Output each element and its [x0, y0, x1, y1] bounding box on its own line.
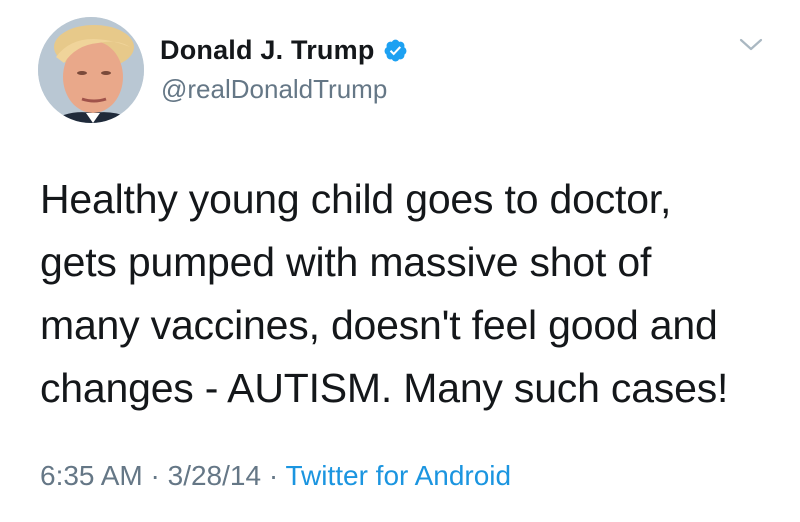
name-row: Donald J. Trump [160, 30, 408, 70]
meta-separator: · [142, 460, 168, 491]
tweet-text: Healthy young child goes to doctor, gets… [40, 176, 729, 411]
meta-separator: · [261, 460, 286, 491]
tweet-card: Donald J. Trump @realDonaldTrump Healthy… [0, 0, 800, 522]
avatar[interactable] [38, 17, 144, 123]
verified-badge-icon [383, 38, 408, 63]
tweet-meta: 6:35 AM · 3/28/14 · Twitter for Android [40, 460, 511, 492]
display-name[interactable]: Donald J. Trump [160, 35, 375, 66]
avatar-photo [38, 17, 144, 123]
tweet-time[interactable]: 6:35 AM [40, 460, 143, 491]
tweet-source-link[interactable]: Twitter for Android [285, 460, 511, 491]
tweet-date[interactable]: 3/28/14 [168, 460, 261, 491]
chevron-down-icon[interactable] [738, 36, 764, 54]
user-handle[interactable]: @realDonaldTrump [161, 74, 387, 105]
